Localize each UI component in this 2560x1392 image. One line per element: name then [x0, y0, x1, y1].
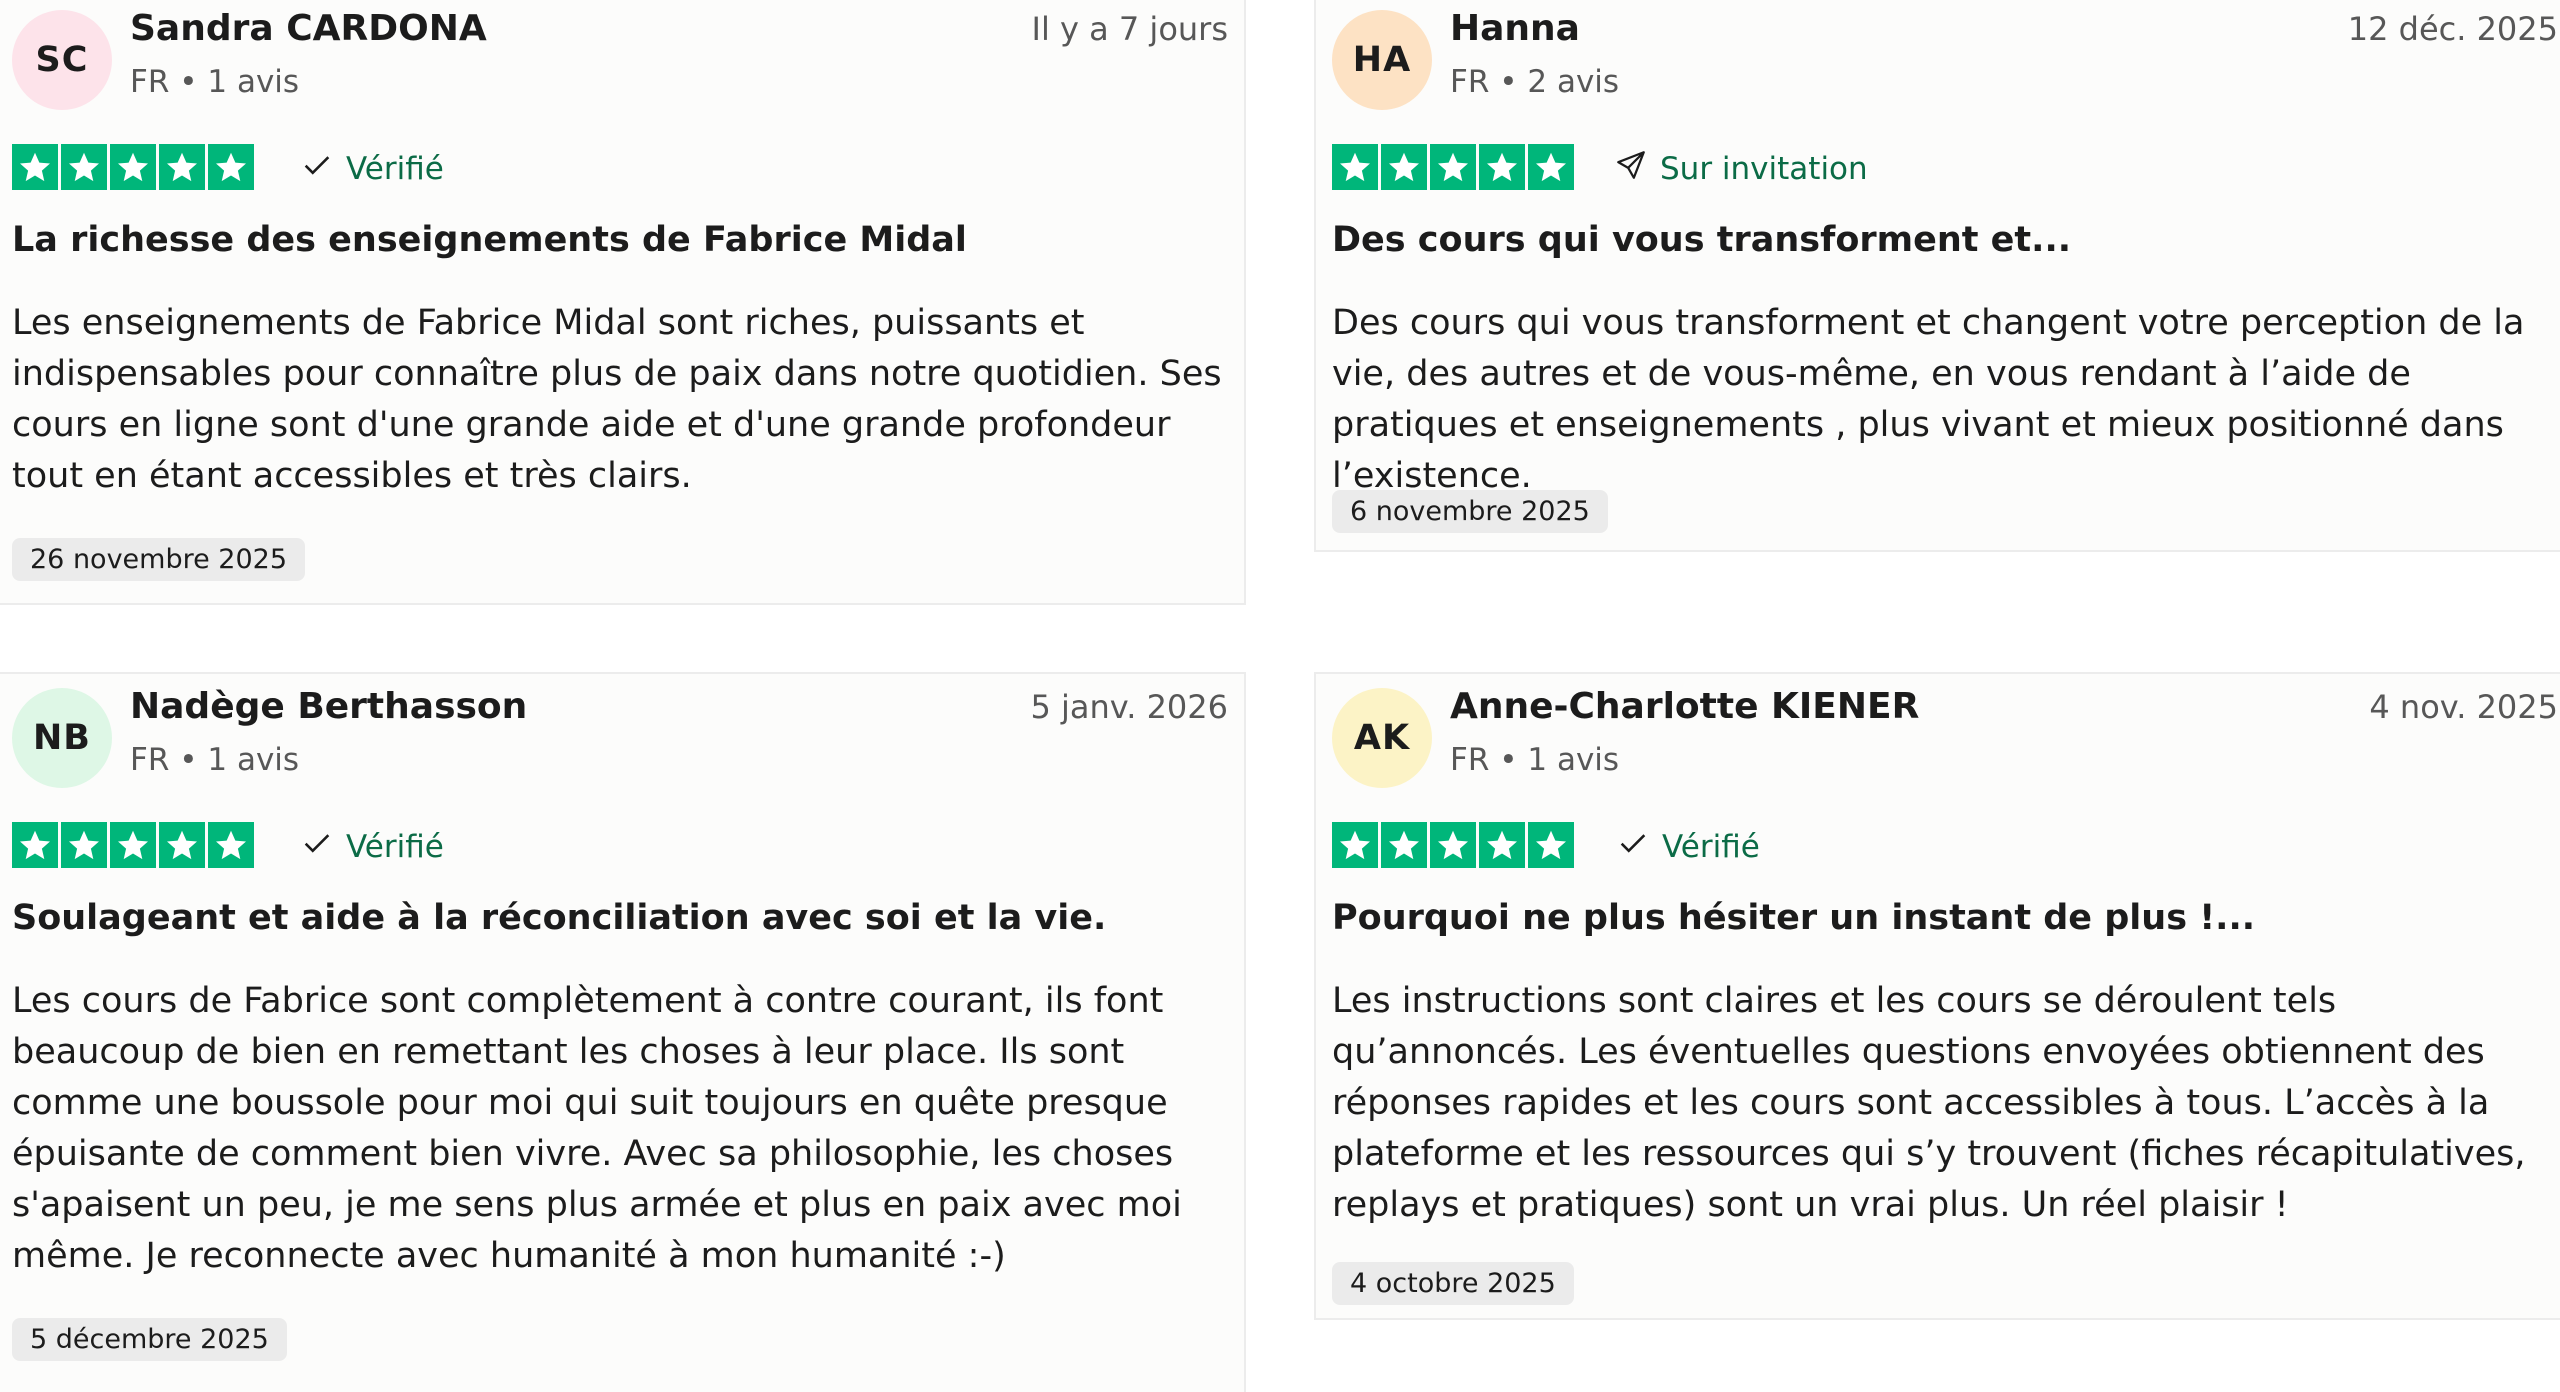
experience-date: 4 octobre 2025 [1332, 1262, 1574, 1305]
star-icon [1381, 822, 1427, 868]
review-title[interactable]: Soulageant et aide à la réconciliation a… [12, 898, 1106, 938]
review-body: Les cours de Fabrice sont complètement à… [12, 981, 1182, 1276]
check-icon [300, 148, 334, 190]
star-icon [1332, 144, 1378, 190]
star-icon [1430, 144, 1476, 190]
avatar[interactable]: SC [12, 10, 112, 110]
star-icon [12, 822, 58, 868]
star-icon [208, 144, 254, 190]
star-icon [1430, 822, 1476, 868]
review-title[interactable]: La richesse des enseignements de Fabrice… [12, 220, 967, 260]
avatar[interactable]: HA [1332, 10, 1432, 110]
review-card: NB Nadège Berthasson FR • 1 avis 5 janv.… [0, 672, 1246, 1392]
review-card: HA Hanna FR • 2 avis 12 déc. 2025 Sur in… [1314, 0, 2560, 552]
reviewer-name[interactable]: Sandra CARDONA [130, 8, 487, 49]
review-date: Il y a 7 jours [1031, 10, 1229, 48]
badge-label: Sur invitation [1660, 151, 1868, 187]
review-card: SC Sandra CARDONA FR • 1 avis Il y a 7 j… [0, 0, 1246, 605]
reviewer-name[interactable]: Hanna [1450, 8, 1580, 49]
avatar[interactable]: NB [12, 688, 112, 788]
review-body: Les instructions sont claires et les cou… [1332, 981, 2526, 1225]
star-icon [61, 822, 107, 868]
star-icon [1332, 822, 1378, 868]
star-icon [1381, 144, 1427, 190]
verified-badge[interactable]: Vérifié [300, 148, 444, 190]
check-icon [300, 826, 334, 868]
review-title[interactable]: Pourquoi ne plus hésiter un instant de p… [1332, 898, 2255, 938]
send-icon [1614, 148, 1648, 190]
star-icon [1528, 144, 1574, 190]
star-icon [1479, 144, 1525, 190]
review-body: Des cours qui vous transforment et chang… [1332, 303, 2525, 496]
reviewer-meta: FR • 1 avis [130, 742, 300, 778]
badge-label: Vérifié [1662, 829, 1760, 865]
review-title[interactable]: Des cours qui vous transforment et... [1332, 220, 2071, 260]
star-icon [159, 822, 205, 868]
star-icon [1528, 822, 1574, 868]
reviewer-meta: FR • 2 avis [1450, 64, 1620, 100]
star-icon [208, 822, 254, 868]
reviewer-name[interactable]: Anne-Charlotte KIENER [1450, 686, 1919, 727]
star-icon [12, 144, 58, 190]
reviewer-meta: FR • 1 avis [1450, 742, 1620, 778]
star-rating [1332, 144, 1574, 190]
badge-label: Vérifié [346, 829, 444, 865]
experience-date: 5 décembre 2025 [12, 1318, 287, 1361]
reviewer-name[interactable]: Nadège Berthasson [130, 686, 527, 727]
star-rating [12, 822, 254, 868]
star-icon [1479, 822, 1525, 868]
review-body: Les enseignements de Fabrice Midal sont … [12, 303, 1222, 496]
review-date: 12 déc. 2025 [2347, 10, 2558, 48]
review-date: 4 nov. 2025 [2369, 688, 2558, 726]
star-icon [110, 822, 156, 868]
review-card: AK Anne-Charlotte KIENER FR • 1 avis 4 n… [1314, 672, 2560, 1320]
review-date: 5 janv. 2026 [1030, 688, 1228, 726]
avatar[interactable]: AK [1332, 688, 1432, 788]
verified-badge[interactable]: Vérifié [300, 826, 444, 868]
experience-date: 26 novembre 2025 [12, 538, 306, 581]
badge-label: Vérifié [346, 151, 444, 187]
star-icon [110, 144, 156, 190]
star-rating [12, 144, 254, 190]
star-rating [1332, 822, 1574, 868]
check-icon [1616, 826, 1650, 868]
verified-badge[interactable]: Vérifié [1616, 826, 1760, 868]
invitation-badge[interactable]: Sur invitation [1614, 148, 1868, 190]
star-icon [159, 144, 205, 190]
experience-date: 6 novembre 2025 [1332, 490, 1608, 533]
star-icon [61, 144, 107, 190]
reviewer-meta: FR • 1 avis [130, 64, 300, 100]
